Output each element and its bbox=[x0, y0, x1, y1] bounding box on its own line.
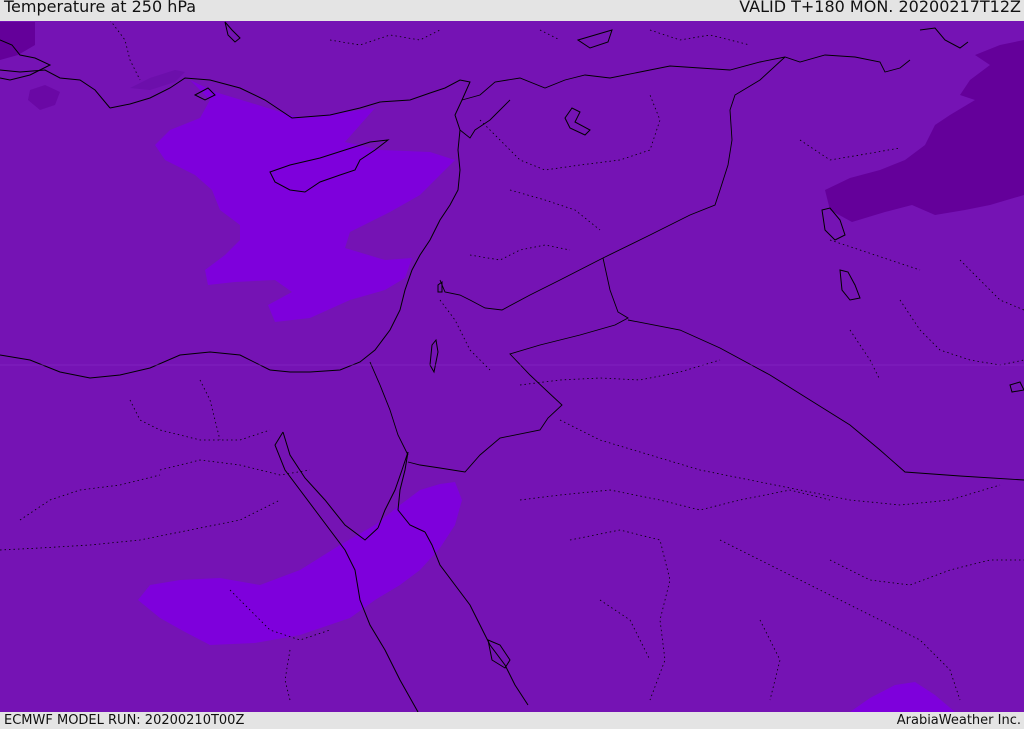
map-title: Temperature at 250 hPa bbox=[4, 0, 197, 16]
header-bar: Temperature at 250 hPa VALID T+180 MON. … bbox=[0, 0, 1024, 21]
footer-bar: ECMWF MODEL RUN: 20200210T00Z ArabiaWeat… bbox=[0, 712, 1024, 729]
model-run-label: ECMWF MODEL RUN: 20200210T00Z bbox=[4, 713, 245, 728]
weather-map[interactable] bbox=[0, 21, 1024, 712]
credit-label: ArabiaWeather Inc. bbox=[896, 713, 1021, 728]
valid-time-label: VALID T+180 MON. 20200217T12Z bbox=[739, 0, 1021, 16]
